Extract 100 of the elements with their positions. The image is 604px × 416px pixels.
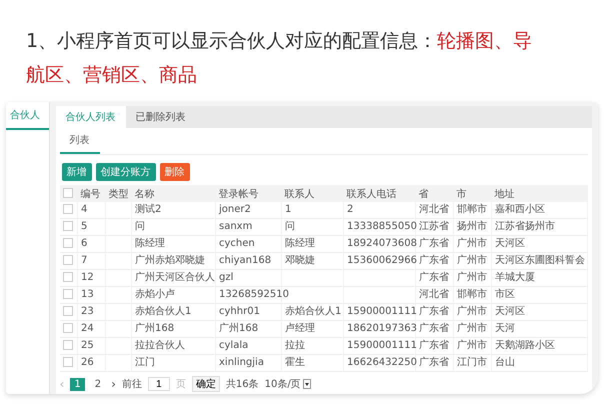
checkbox[interactable]: [62, 289, 72, 300]
caret-icon: [302, 379, 311, 389]
column-header: 市: [456, 188, 466, 200]
page-number[interactable]: 2: [90, 378, 106, 390]
table-cell: 4: [81, 204, 88, 215]
total-count: 共16条: [226, 378, 259, 391]
table-cell: 广州168: [219, 323, 258, 334]
checkbox[interactable]: [62, 238, 72, 248]
action-button[interactable]: 新增: [62, 163, 92, 181]
table-cell: 邯郸市: [457, 289, 487, 300]
table-cell: 广东省: [419, 306, 449, 317]
next-page-button[interactable]: ›: [111, 377, 116, 391]
table-cell: 江门: [135, 357, 155, 368]
table-cell: 广州市: [457, 272, 487, 283]
table-cell: 广州168: [135, 323, 174, 334]
checkbox[interactable]: [62, 357, 72, 368]
table-cell: 天河区: [495, 306, 525, 317]
table-cell: 邓晓婕: [285, 255, 315, 266]
column-header: 联系人电话: [346, 188, 396, 200]
table-cell: 广东省: [419, 255, 449, 266]
table-cell: 扬州市: [457, 221, 487, 232]
table-cell: cychen: [219, 238, 255, 249]
table-cell: 陈经理: [135, 238, 165, 249]
table-cell: 6: [81, 238, 88, 249]
table-cell: 测试2: [135, 204, 162, 215]
table-cell: 拉拉合伙人: [135, 340, 185, 351]
table-cell: 天河区东圃图科誓会: [495, 255, 585, 266]
column-header: 类型: [108, 188, 128, 200]
table-cell: 嘉和西小区: [495, 204, 545, 215]
table-cell: 1: [285, 204, 292, 215]
table-cell: 天河区: [495, 238, 525, 249]
goto-label: 前往: [122, 378, 142, 391]
checkbox[interactable]: [62, 188, 72, 198]
table-cell: 广州市: [457, 306, 487, 317]
table-cell: xinlingjia: [219, 357, 264, 368]
table-cell: 广东省: [419, 272, 449, 283]
checkbox[interactable]: [62, 272, 72, 282]
table-cell: 5: [81, 221, 88, 232]
table-cell: 广东省: [419, 357, 449, 368]
table-cell: 赤焰合伙人1: [135, 306, 192, 317]
table-cell: 问: [135, 221, 145, 232]
checkbox[interactable]: [62, 221, 72, 232]
column-header: 名称: [134, 188, 154, 200]
table-cell: 18924073608: [347, 238, 417, 249]
table-cell: 广东省: [419, 238, 449, 249]
action-button[interactable]: 创建分账方: [96, 163, 156, 181]
table-cell: 广州赤焰邓晓婕: [135, 255, 205, 266]
sidebar-item[interactable]: 合伙人: [6, 102, 48, 130]
table-cell: cyhhr01: [219, 306, 260, 317]
confirm-button[interactable]: 确定: [192, 376, 220, 392]
checkbox[interactable]: [62, 340, 72, 350]
page-number[interactable]: 1: [70, 378, 85, 390]
table-cell: 赤焰合伙人1: [285, 306, 342, 317]
table-cell: 23: [81, 306, 94, 317]
table-cell: 江苏省扬州市: [495, 221, 555, 232]
checkbox[interactable]: [62, 323, 72, 334]
table-cell: 羊城大厦: [495, 272, 535, 283]
column-header: 登录帐号: [218, 188, 258, 200]
table-cell: 广东省: [419, 340, 449, 351]
checkbox[interactable]: [62, 306, 72, 316]
table-cell: 市区: [495, 289, 515, 300]
table-cell: joner2: [219, 204, 251, 215]
table-cell: 13: [81, 289, 94, 300]
table-cell: cylala: [219, 340, 248, 351]
table-cell: 15900001111: [347, 306, 417, 317]
table-cell: 2: [347, 204, 354, 215]
checkbox[interactable]: [62, 204, 72, 214]
page-size-select[interactable]: 10条/页: [264, 377, 311, 391]
page-input[interactable]: 1: [148, 377, 170, 391]
table-cell: 问: [285, 221, 295, 232]
action-button[interactable]: 删除: [160, 163, 190, 181]
checkbox[interactable]: [62, 255, 72, 266]
slide-title: 1、小程序首页可以显示合伙人对应的配置信息：轮播图、导航区、营销区、商品: [26, 29, 534, 88]
table-cell: 霍生: [285, 357, 305, 368]
table-cell: 江苏省: [419, 221, 449, 232]
table-cell: 卢经理: [285, 323, 315, 334]
table-cell: 邯郸市: [457, 204, 487, 215]
table-cell: 天鹅湖路小区: [495, 340, 555, 351]
table-cell: 广州市: [457, 323, 487, 334]
table-cell: 广州市: [457, 255, 487, 266]
table-cell: 26: [81, 357, 94, 368]
page-unit-label: 页: [176, 378, 186, 391]
table-cell: 河北省: [419, 204, 449, 215]
table-cell: 天河: [495, 323, 515, 334]
table-cell: 广州天河区合伙人: [135, 272, 215, 283]
column-header: 省: [418, 188, 428, 200]
table-cell: 13338855050: [347, 221, 417, 232]
table-cell: 12: [81, 272, 94, 283]
tab[interactable]: 列表: [60, 128, 100, 154]
table-cell: 河北省: [419, 289, 449, 300]
table-cell: 广东省: [419, 323, 449, 334]
table-cell: 拉拉: [285, 340, 305, 351]
table-cell: gzl: [219, 272, 234, 283]
tab[interactable]: 已删除列表: [126, 106, 196, 128]
table-cell: 25: [81, 340, 94, 351]
table-cell: chiyan168: [219, 255, 272, 266]
table-cell: 18620197363: [347, 323, 417, 334]
table-cell: 15900001111: [347, 340, 417, 351]
table-cell: 台山: [495, 357, 515, 368]
tab[interactable]: 合伙人列表: [56, 106, 126, 128]
